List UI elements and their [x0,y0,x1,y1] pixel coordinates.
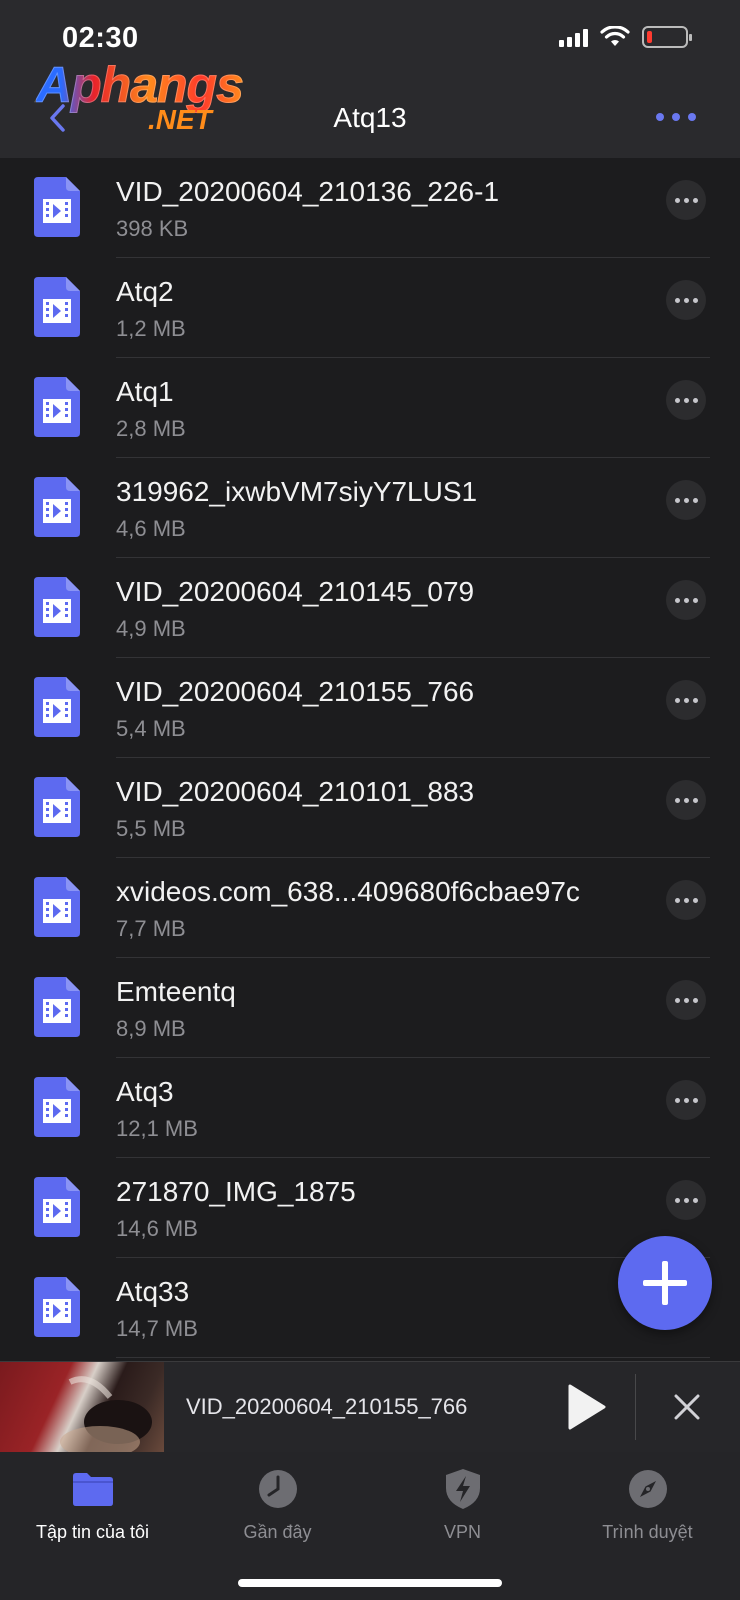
file-more-button[interactable] [666,780,706,820]
close-player-button[interactable] [672,1392,702,1422]
file-size: 4,9 MB [116,616,186,641]
player-divider [635,1374,636,1440]
file-more-button[interactable] [666,880,706,920]
status-icons [559,26,692,48]
row-divider [116,1357,710,1358]
file-name: Emteentq [116,976,236,1007]
video-file-icon [34,977,80,1037]
play-icon [568,1384,606,1430]
file-size: 14,7 MB [116,1316,198,1341]
file-name: VID_20200604_210136_226-1 [116,176,500,207]
top-bar: 02:30 Aphangs .NET Atq13 [0,0,740,158]
file-size: 12,1 MB [116,1116,198,1141]
file-size: 14,6 MB [116,1216,198,1241]
file-name: VID_20200604_210155_766 [116,676,475,707]
vpn-shield-icon [445,1469,480,1509]
file-row[interactable]: VID_20200604_210136_226-1 398 KB [0,158,740,258]
file-name: VID_20200604_210145_079 [116,576,475,607]
file-size: 5,5 MB [116,816,186,841]
file-list: VID_20200604_210136_226-1 398 KB Atq2 1,2 M… [0,158,740,1361]
file-size: 398 KB [116,216,189,241]
play-button[interactable] [566,1382,608,1432]
tab-my-files[interactable]: Tập tin của tôi [0,1466,185,1543]
file-row[interactable]: 271870_IMG_1875 14,6 MB [0,1158,740,1258]
tab-recent[interactable]: Gần đây [185,1466,370,1543]
more-options-button[interactable] [656,108,696,126]
file-row[interactable]: 319962_ixwbVM7siyY7LUS1 4,6 MB [0,458,740,558]
add-button[interactable] [618,1236,712,1330]
tab-label-recent: Gần đây [243,1522,312,1542]
battery-icon [642,26,692,48]
file-name: 319962_ixwbVM7siyY7LUS1 [116,476,478,507]
file-more-button[interactable] [666,1080,706,1120]
video-file-icon [34,1177,80,1237]
video-file-icon [34,377,80,437]
file-row[interactable]: Atq1 2,8 MB [0,358,740,458]
file-size: 7,7 MB [116,916,186,941]
file-name: Atq2 [116,276,174,307]
file-more-button[interactable] [666,1180,706,1220]
tab-label-my-files: Tập tin của tôi [35,1522,150,1542]
status-time: 02:30 [62,22,139,54]
file-size: 2,8 MB [116,416,186,441]
video-file-icon [34,1277,80,1337]
file-name: Atq3 [116,1076,174,1107]
now-playing-title: VID_20200604_210155_766 [186,1394,468,1419]
file-more-button[interactable] [666,180,706,220]
tab-browser[interactable]: Trình duyệt [555,1466,740,1543]
file-more-button[interactable] [666,480,706,520]
folder-icon [72,1473,113,1506]
file-row[interactable]: Atq3 12,1 MB [0,1058,740,1158]
file-row[interactable]: Emteentq 8,9 MB [0,958,740,1058]
file-name: xvideos.com_638...409680f6cbae97c [116,876,580,907]
file-more-button[interactable] [666,680,706,720]
compass-icon [628,1470,667,1508]
video-file-icon [34,577,80,637]
video-file-icon [34,1077,80,1137]
file-size: 5,4 MB [116,716,186,741]
file-row[interactable]: xvideos.com_638...409680f6cbae97c 7,7 MB [0,858,740,958]
file-row[interactable]: VID_20200604_210145_079 4,9 MB [0,558,740,658]
file-name: 271870_IMG_1875 [116,1176,356,1207]
home-indicator [238,1579,502,1587]
tab-label-browser: Trình duyệt [602,1522,693,1542]
video-file-icon [34,177,80,237]
file-row[interactable]: VID_20200604_210155_766 5,4 MB [0,658,740,758]
file-size: 8,9 MB [116,1016,186,1041]
video-file-icon [34,777,80,837]
video-file-icon [34,277,80,337]
file-row[interactable]: Atq2 1,2 MB [0,258,740,358]
file-name: VID_20200604_210101_883 [116,776,475,807]
video-file-icon [34,477,80,537]
video-file-icon [34,677,80,737]
file-more-button[interactable] [666,980,706,1020]
video-file-icon [34,877,80,937]
page-title: Atq13 [333,102,407,133]
wifi-icon [600,26,630,46]
file-size: 1,2 MB [116,316,186,341]
file-size: 4,6 MB [116,516,186,541]
file-more-button[interactable] [666,380,706,420]
tab-bar: Tập tin của tôi Gần đây VPN Trình duyệt [0,1452,740,1600]
file-more-button[interactable] [666,580,706,620]
tab-vpn[interactable]: VPN [370,1466,555,1543]
file-name: Atq33 [116,1276,190,1307]
file-more-button[interactable] [666,280,706,320]
clock-icon [258,1470,297,1508]
video-thumbnail[interactable] [0,1362,164,1453]
file-name: Atq1 [116,376,174,407]
mini-player[interactable]: VID_20200604_210155_766 [0,1361,740,1453]
file-row[interactable]: VID_20200604_210101_883 5,5 MB [0,758,740,858]
tab-label-vpn: VPN [443,1522,481,1542]
close-icon [674,1394,700,1420]
cellular-signal-icon [559,27,588,47]
